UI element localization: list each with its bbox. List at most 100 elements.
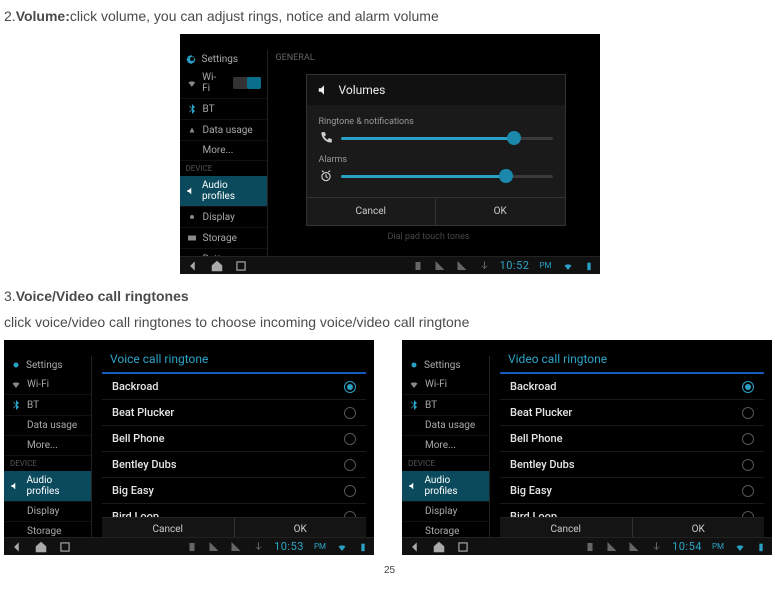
volumes-ok-button[interactable]: OK	[435, 198, 565, 225]
data-usage-icon	[186, 124, 198, 136]
audio-icon	[10, 480, 21, 492]
settings-sidebar: Settings Wi-Fi BT Data usage More... DEV…	[402, 356, 490, 537]
sidebar-item-data[interactable]: Data usage	[4, 416, 91, 436]
alarm-icon	[319, 169, 333, 183]
item-desc-2: click volume, you can adjust rings, noti…	[70, 8, 439, 24]
signal-a-icon	[208, 541, 220, 553]
speaker-icon	[317, 83, 331, 97]
volumes-cancel-button[interactable]: Cancel	[307, 198, 436, 225]
bluetooth-icon	[10, 399, 22, 411]
general-label: GENERAL	[268, 50, 600, 66]
sidebar-item-bt[interactable]: BT	[402, 395, 489, 416]
download-icon	[478, 260, 490, 272]
home-icon[interactable]	[210, 259, 224, 273]
bluetooth-icon	[186, 103, 198, 115]
nav-bar: 10:53 PM	[4, 537, 374, 555]
radio-icon[interactable]	[344, 407, 356, 419]
ringtone-item[interactable]: Beat Plucker	[102, 400, 366, 426]
radio-icon[interactable]	[344, 433, 356, 445]
audio-icon	[408, 480, 419, 492]
recent-icon[interactable]	[234, 259, 248, 273]
androi-status-top	[180, 34, 600, 50]
recent-icon[interactable]	[456, 540, 470, 554]
back-icon[interactable]	[10, 540, 24, 554]
ringtone-item[interactable]: Backroad	[500, 374, 764, 400]
ringtone-item[interactable]: Beat Plucker	[500, 400, 764, 426]
recent-icon[interactable]	[58, 540, 72, 554]
screenshot-voice-ringtone: Settings Wi-Fi BT Data usage More... DEV…	[4, 340, 374, 555]
wifi-status-icon	[562, 260, 574, 272]
ringtone-slider[interactable]	[341, 137, 553, 140]
ringtone-item[interactable]: Backroad	[102, 374, 366, 400]
radio-icon[interactable]	[742, 407, 754, 419]
sidebar-item-more[interactable]: More...	[402, 436, 489, 456]
sidebar-item-wifi[interactable]: Wi-Fi	[4, 374, 91, 395]
clock: 10:54	[672, 540, 702, 553]
audio-label: Audio profiles	[202, 180, 261, 202]
sidebar-item-audio[interactable]: Audio profiles	[402, 471, 489, 502]
radio-icon[interactable]	[344, 485, 356, 497]
alarms-label: Alarms	[319, 155, 553, 165]
sidebar-item-wifi[interactable]: Wi-Fi	[402, 374, 489, 395]
volumes-title-text: Volumes	[339, 83, 386, 97]
bt-label: BT	[203, 104, 215, 115]
ringtone-item[interactable]: Bentley Dubs	[500, 452, 764, 478]
instruction-ringtones-desc: click voice/video call ringtones to choo…	[4, 314, 775, 330]
ringtone-item[interactable]: Bentley Dubs	[102, 452, 366, 478]
sidebar-item-bt[interactable]: BT	[180, 99, 267, 120]
ringtone-item[interactable]: Big Easy	[102, 478, 366, 504]
battery-status-icon	[756, 541, 766, 553]
instruction-ringtones-title: 3.Voice/Video call ringtones	[4, 288, 775, 304]
ringtone-slider-row	[319, 131, 553, 145]
back-icon[interactable]	[186, 259, 200, 273]
radio-icon[interactable]	[742, 485, 754, 497]
bluetooth-icon	[408, 399, 420, 411]
ringtone-screens: Settings Wi-Fi BT Data usage More... DEV…	[4, 340, 775, 555]
ringtone-item[interactable]: Big Easy	[500, 478, 764, 504]
radio-icon[interactable]	[344, 459, 356, 471]
screenshot-video-ringtone: Settings Wi-Fi BT Data usage More... DEV…	[402, 340, 772, 555]
storage-label: Storage	[203, 233, 237, 244]
sidebar-item-more[interactable]: More...	[180, 141, 267, 161]
settings-title: Settings	[180, 50, 267, 68]
sidebar-item-storage[interactable]: Storage	[180, 228, 267, 249]
home-icon[interactable]	[34, 540, 48, 554]
radio-icon[interactable]	[742, 381, 754, 393]
screenshot-volumes: Settings Wi-Fi BT Data usage More... DEV…	[180, 34, 600, 274]
sim-icon	[186, 541, 198, 553]
sidebar-item-wifi[interactable]: Wi-Fi	[180, 68, 267, 99]
back-icon[interactable]	[408, 540, 422, 554]
radio-icon[interactable]	[742, 433, 754, 445]
voice-ringtone-list[interactable]: Backroad Beat Plucker Bell Phone Bentley…	[102, 374, 366, 519]
sidebar-item-more[interactable]: More...	[4, 436, 91, 456]
clock: 10:52	[500, 259, 530, 272]
sidebar-item-data[interactable]: Data usage	[402, 416, 489, 436]
video-ringtone-header: Video call ringtone	[500, 346, 764, 374]
wifi-status-icon	[734, 541, 746, 553]
volumes-actions: Cancel OK	[307, 197, 565, 225]
video-ringtone-list[interactable]: Backroad Beat Plucker Bell Phone Bentley…	[500, 374, 764, 519]
sidebar-item-bt[interactable]: BT	[4, 395, 91, 416]
alarm-slider[interactable]	[341, 175, 553, 178]
volumes-dialog-title: Volumes	[307, 75, 565, 105]
wifi-switch[interactable]	[233, 77, 260, 89]
data-label: Data usage	[203, 125, 253, 136]
ringtone-label: Ringtone & notifications	[319, 117, 553, 127]
sidebar-item-data[interactable]: Data usage	[180, 120, 267, 141]
settings-sidebar: Settings Wi-Fi BT Data usage More... DEV…	[180, 50, 268, 256]
phone-icon	[319, 131, 333, 145]
instruction-volume: 2.Volume:click volume, you can adjust ri…	[4, 8, 775, 24]
download-icon	[252, 541, 264, 553]
volumes-dialog: Volumes Ringtone & notifications Alarms	[306, 74, 566, 226]
sidebar-item-audio[interactable]: Audio profiles	[180, 176, 267, 207]
home-icon[interactable]	[432, 540, 446, 554]
sidebar-item-display[interactable]: Display	[402, 502, 489, 522]
sidebar-item-display[interactable]: Display	[180, 207, 267, 228]
ringtone-item[interactable]: Bell Phone	[102, 426, 366, 452]
sidebar-item-audio[interactable]: Audio profiles	[4, 471, 91, 502]
radio-icon[interactable]	[742, 459, 754, 471]
sidebar-item-display[interactable]: Display	[4, 502, 91, 522]
ringtone-item[interactable]: Bell Phone	[500, 426, 764, 452]
radio-icon[interactable]	[344, 381, 356, 393]
storage-icon	[186, 232, 198, 244]
